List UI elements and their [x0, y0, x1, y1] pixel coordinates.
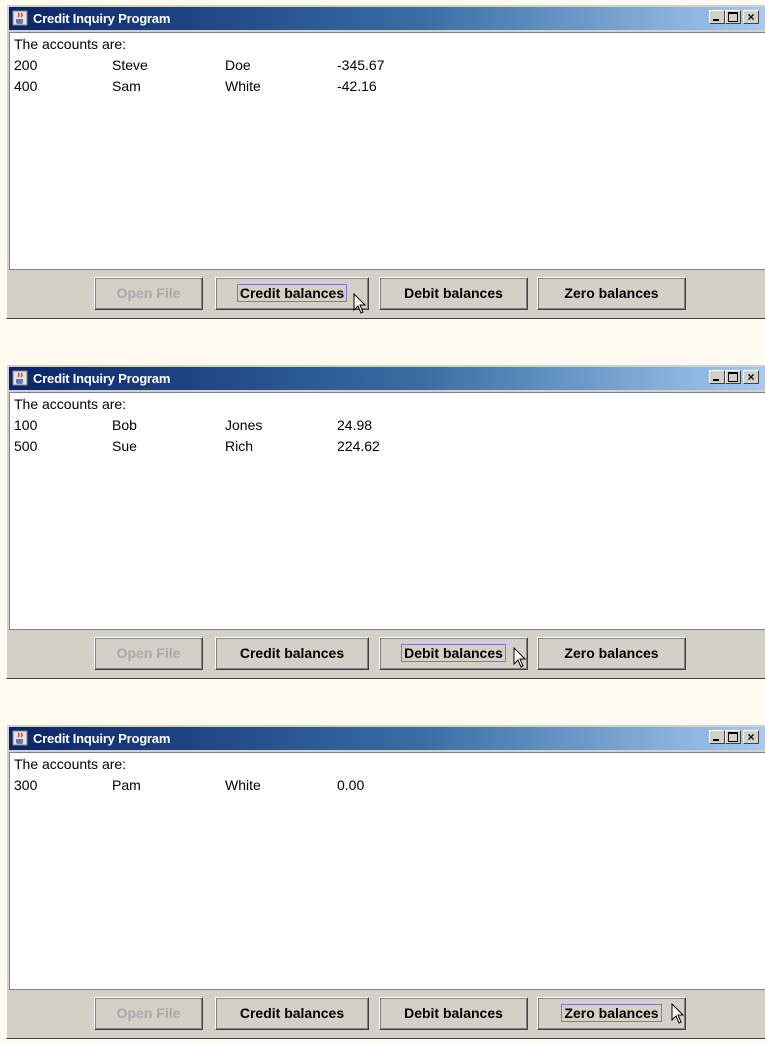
account-row: 200 Steve Doe -345.67	[14, 55, 765, 76]
debit-balances-label: Debit balances	[401, 644, 506, 662]
account-number: 200	[14, 57, 38, 73]
mouse-pointer-icon	[353, 293, 367, 314]
credit-balances-button[interactable]: Credit balances	[215, 637, 369, 670]
account-row: 100 Bob Jones 24.98	[14, 415, 765, 436]
close-icon[interactable]: ×	[743, 370, 759, 384]
title-bar[interactable]: Credit Inquiry Program ×	[9, 367, 765, 390]
account-row: 400 Sam White -42.16	[14, 76, 765, 97]
first-name: Pam	[112, 777, 141, 793]
account-number: 100	[14, 417, 38, 433]
minimize-icon[interactable]	[709, 370, 725, 384]
last-name: Jones	[225, 417, 263, 433]
accounts-header: The accounts are:	[14, 36, 127, 52]
account-number: 400	[14, 78, 38, 94]
close-icon[interactable]: ×	[743, 730, 759, 744]
account-row: 500 Sue Rich 224.62	[14, 436, 765, 457]
account-number: 300	[14, 777, 38, 793]
account-row: 300 Pam White 0.00	[14, 775, 765, 796]
credit-inquiry-window-2: Credit Inquiry Program × The accounts ar…	[6, 364, 765, 679]
accounts-header: The accounts are:	[14, 396, 127, 412]
java-cup-icon[interactable]	[12, 10, 28, 26]
balance: -345.67	[337, 57, 385, 73]
maximize-icon[interactable]	[725, 370, 741, 384]
debit-balances-button[interactable]: Debit balances	[379, 997, 528, 1030]
last-name: White	[225, 777, 261, 793]
minimize-icon[interactable]	[709, 730, 725, 744]
first-name: Sam	[112, 78, 141, 94]
account-number: 500	[14, 438, 38, 454]
last-name: White	[225, 78, 261, 94]
credit-inquiry-window-1: Credit Inquiry Program × The accounts ar…	[6, 4, 765, 319]
balance: -42.16	[337, 78, 377, 94]
java-cup-icon[interactable]	[12, 730, 28, 746]
first-name: Steve	[112, 57, 148, 73]
last-name: Rich	[225, 438, 254, 454]
mouse-pointer-icon	[513, 647, 527, 668]
close-icon[interactable]: ×	[743, 10, 759, 24]
window-title: Credit Inquiry Program	[33, 731, 171, 746]
debit-balances-button[interactable]: Debit balances	[379, 637, 528, 670]
accounts-header: The accounts are:	[14, 756, 127, 772]
credit-balances-button[interactable]: Credit balances	[215, 277, 369, 310]
open-file-button[interactable]: Open File	[94, 277, 203, 310]
java-cup-icon[interactable]	[12, 370, 28, 386]
first-name: Bob	[112, 417, 137, 433]
title-bar[interactable]: Credit Inquiry Program ×	[9, 7, 765, 30]
credit-balances-button[interactable]: Credit balances	[215, 997, 369, 1030]
maximize-icon[interactable]	[725, 10, 741, 24]
title-bar[interactable]: Credit Inquiry Program ×	[9, 727, 765, 750]
accounts-text-area[interactable]: The accounts are: 200 Steve Doe -345.67 …	[9, 32, 765, 270]
balance: 0.00	[337, 777, 365, 793]
zero-balances-button[interactable]: Zero balances	[537, 997, 686, 1030]
credit-inquiry-window-3: Credit Inquiry Program × The accounts ar…	[6, 724, 765, 1039]
first-name: Sue	[112, 438, 137, 454]
maximize-icon[interactable]	[725, 730, 741, 744]
window-title: Credit Inquiry Program	[33, 371, 171, 386]
balance: 224.62	[337, 438, 380, 454]
accounts-text-area[interactable]: The accounts are: 300 Pam White 0.00	[9, 752, 765, 990]
open-file-button[interactable]: Open File	[94, 637, 203, 670]
last-name: Doe	[225, 57, 251, 73]
zero-balances-button[interactable]: Zero balances	[537, 277, 686, 310]
debit-balances-button[interactable]: Debit balances	[379, 277, 528, 310]
accounts-text-area[interactable]: The accounts are: 100 Bob Jones 24.98 50…	[9, 392, 765, 630]
mouse-pointer-icon	[671, 1003, 685, 1024]
window-title: Credit Inquiry Program	[33, 11, 171, 26]
zero-balances-button[interactable]: Zero balances	[537, 637, 686, 670]
minimize-icon[interactable]	[709, 10, 725, 24]
open-file-button[interactable]: Open File	[94, 997, 203, 1030]
balance: 24.98	[337, 417, 373, 433]
zero-balances-label: Zero balances	[561, 1004, 662, 1022]
credit-balances-label: Credit balances	[236, 284, 348, 302]
